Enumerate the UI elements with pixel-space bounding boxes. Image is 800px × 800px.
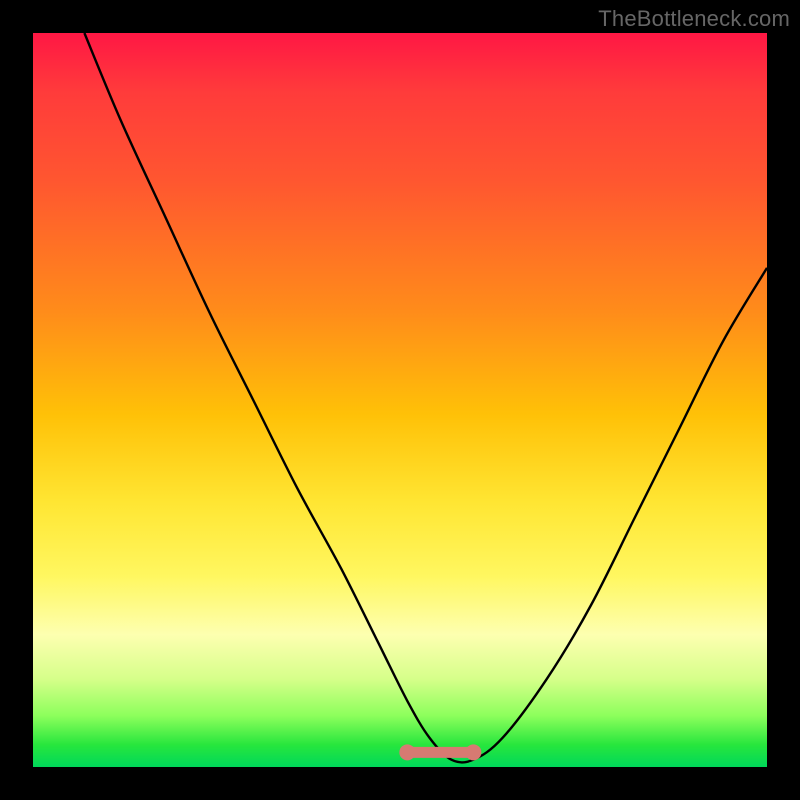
watermark-text: TheBottleneck.com [598, 6, 790, 32]
optimal-marker-right [465, 744, 481, 760]
plot-area [33, 33, 767, 767]
chart-frame: TheBottleneck.com [0, 0, 800, 800]
bottleneck-curve [33, 33, 767, 767]
curve-path [84, 33, 767, 762]
optimal-marker-left [399, 744, 415, 760]
